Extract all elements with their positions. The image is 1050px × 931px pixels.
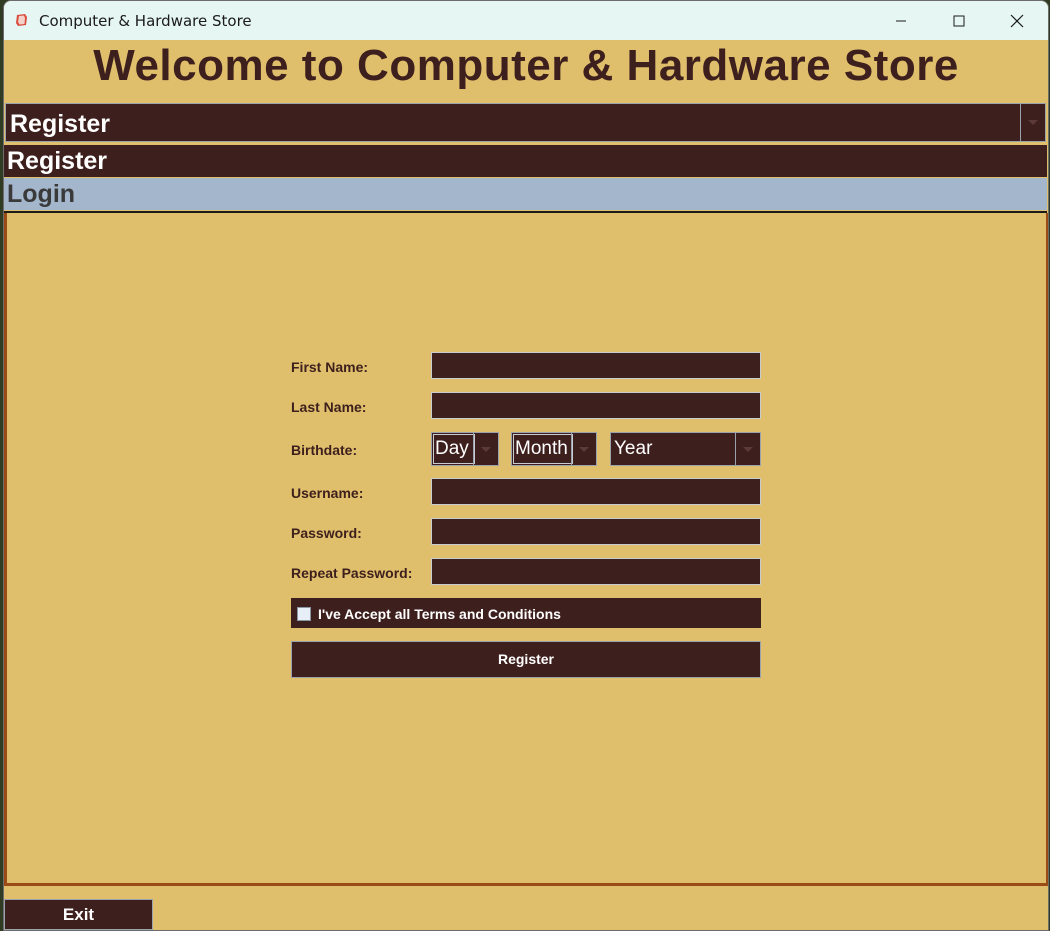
day-select[interactable]: Day bbox=[431, 432, 499, 466]
username-field[interactable] bbox=[431, 478, 761, 505]
mode-select-value: Register bbox=[10, 110, 111, 138]
first-name-label: First Name: bbox=[291, 359, 369, 375]
maximize-button[interactable] bbox=[930, 1, 988, 40]
year-select-value: Year bbox=[614, 438, 653, 459]
window-title: Computer & Hardware Store bbox=[39, 12, 252, 30]
year-select[interactable]: Year bbox=[610, 432, 761, 466]
app-window: Computer & Hardware Store Welcome to Com… bbox=[3, 0, 1049, 931]
terms-checkbox-row[interactable]: I've Accept all Terms and Conditions bbox=[291, 598, 761, 628]
first-name-field[interactable] bbox=[431, 352, 761, 379]
mode-option-login[interactable]: Login bbox=[4, 178, 1047, 210]
mode-select[interactable]: Register bbox=[5, 103, 1046, 142]
mode-option-register[interactable]: Register bbox=[4, 145, 1047, 177]
repeat-password-field[interactable] bbox=[431, 558, 761, 585]
close-button[interactable] bbox=[988, 1, 1046, 40]
birthdate-label: Birthdate: bbox=[291, 442, 358, 458]
terms-label: I've Accept all Terms and Conditions bbox=[318, 606, 561, 622]
username-label: Username: bbox=[291, 485, 364, 501]
last-name-label: Last Name: bbox=[291, 399, 367, 415]
minimize-button[interactable] bbox=[872, 1, 930, 40]
minimize-icon bbox=[896, 20, 906, 21]
chevron-down-icon[interactable] bbox=[571, 433, 596, 465]
page-title: Welcome to Computer & Hardware Store bbox=[93, 41, 959, 90]
day-select-value: Day bbox=[435, 438, 469, 459]
month-select[interactable]: Month bbox=[511, 432, 597, 466]
last-name-field[interactable] bbox=[431, 392, 761, 419]
repeat-password-label: Repeat Password: bbox=[291, 565, 413, 581]
month-select-value: Month bbox=[515, 438, 568, 459]
password-field[interactable] bbox=[431, 518, 761, 545]
register-panel bbox=[4, 213, 1048, 886]
chevron-down-icon[interactable] bbox=[473, 433, 498, 465]
password-label: Password: bbox=[291, 525, 362, 541]
register-button[interactable]: Register bbox=[291, 641, 761, 678]
exit-button[interactable]: Exit bbox=[4, 899, 153, 930]
app-icon bbox=[16, 14, 27, 26]
maximize-icon bbox=[953, 15, 965, 26]
terms-checkbox[interactable] bbox=[297, 607, 311, 621]
title-bar[interactable]: Computer & Hardware Store bbox=[4, 1, 1048, 40]
chevron-down-icon[interactable] bbox=[735, 433, 760, 465]
close-icon bbox=[1010, 14, 1024, 27]
mode-dropdown-list: Register Login bbox=[4, 145, 1047, 213]
chevron-down-icon[interactable] bbox=[1020, 104, 1045, 141]
